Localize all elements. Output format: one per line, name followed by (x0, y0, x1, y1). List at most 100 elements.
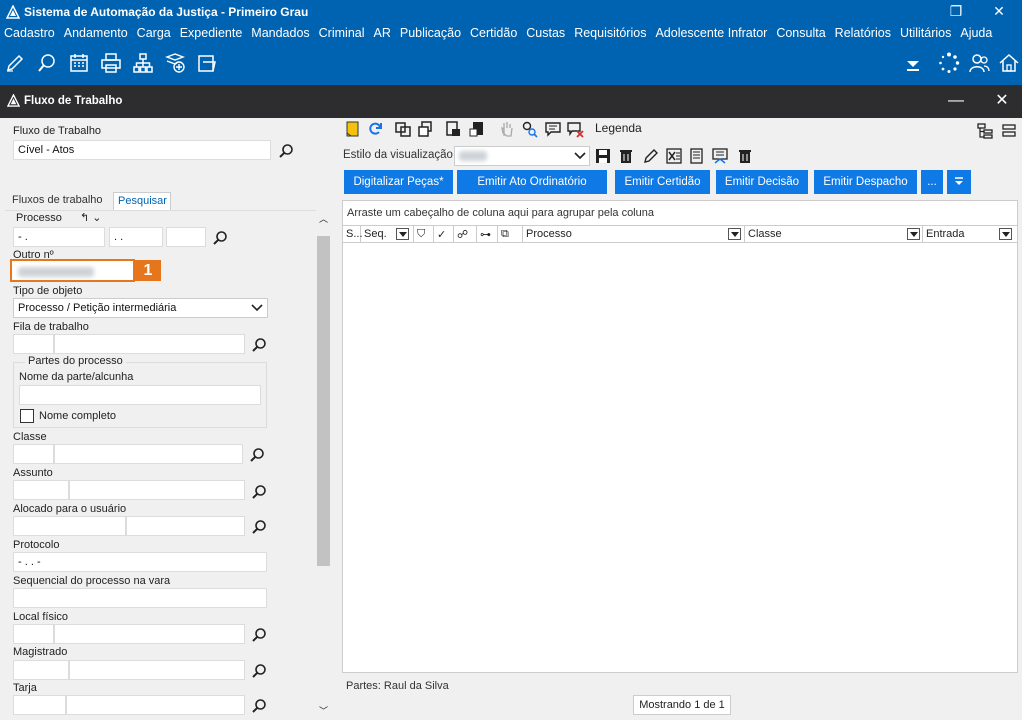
processo-search-icon[interactable] (212, 230, 228, 246)
menu-expediente[interactable]: Expediente (180, 24, 243, 40)
minimize-icon[interactable]: — (936, 89, 976, 113)
nome-parte-input[interactable] (19, 385, 261, 405)
export-icon[interactable] (711, 147, 729, 165)
digitalizar-pecas-button[interactable]: Digitalizar Peças* (344, 170, 453, 194)
menu-publicacao[interactable]: Publicação (400, 24, 461, 40)
alocado-code-input[interactable] (13, 516, 126, 536)
menu-carga[interactable]: Carga (137, 24, 171, 40)
pencil-icon[interactable] (642, 147, 660, 165)
trash-icon[interactable] (617, 147, 635, 165)
search-document-icon[interactable] (36, 52, 58, 74)
refresh-icon[interactable] (366, 120, 384, 138)
scroll-down-icon[interactable]: ﹀ (319, 704, 328, 717)
fila-name-input[interactable] (54, 334, 245, 354)
document-list-icon[interactable] (688, 147, 706, 165)
flow-search-icon[interactable] (278, 143, 294, 159)
col-seq[interactable]: Seq. (361, 226, 414, 243)
classe-search-icon[interactable] (249, 447, 265, 463)
note-icon[interactable] (344, 120, 362, 138)
classe-code-input[interactable] (13, 444, 54, 464)
fila-code-input[interactable] (13, 334, 54, 354)
menu-ajuda[interactable]: Ajuda (960, 24, 992, 40)
col-seq-filter-icon[interactable] (396, 228, 409, 240)
scroll-up-icon[interactable]: ︿ (319, 212, 328, 225)
col-people[interactable]: ☍ (454, 226, 477, 243)
magistrado-search-icon[interactable] (251, 663, 267, 679)
overflow-menu-button[interactable] (947, 170, 971, 194)
save-icon[interactable] (594, 147, 612, 165)
tarja-code-input[interactable] (13, 695, 66, 715)
col-copy[interactable]: ⧉ (498, 226, 523, 243)
estilo-select[interactable] (454, 146, 590, 166)
add-layers-icon[interactable] (164, 52, 186, 74)
col-processo[interactable]: Processo (523, 226, 745, 243)
nome-completo-checkbox[interactable] (20, 409, 34, 423)
menu-certidao[interactable]: Certidão (470, 24, 517, 40)
copy-alt-icon[interactable] (417, 120, 435, 138)
form-scrollbar[interactable]: ︿ ﹀ (316, 210, 331, 720)
menu-requisitorios[interactable]: Requisitórios (574, 24, 646, 40)
list-view-icon[interactable] (1000, 122, 1018, 140)
excel-icon[interactable] (665, 147, 683, 165)
tree-view-icon[interactable] (976, 122, 994, 140)
emitir-despacho-button[interactable]: Emitir Despacho (814, 170, 917, 194)
printer-icon[interactable] (100, 52, 122, 74)
local-search-icon[interactable] (251, 627, 267, 643)
alocado-name-input[interactable] (126, 516, 245, 536)
menu-utilitarios[interactable]: Utilitários (900, 24, 951, 40)
restore-icon[interactable]: ❐ (933, 0, 979, 24)
comment-delete-icon[interactable] (566, 120, 584, 138)
legenda-label[interactable]: Legenda (595, 121, 642, 135)
more-buttons-button[interactable]: ... (921, 170, 943, 194)
col-processo-filter-icon[interactable] (728, 228, 741, 240)
col-classe-filter-icon[interactable] (907, 228, 920, 240)
col-status[interactable]: S... (343, 226, 363, 243)
menu-ar[interactable]: AR (374, 24, 391, 40)
fila-search-icon[interactable] (251, 337, 267, 353)
local-name-input[interactable] (54, 624, 245, 644)
col-classe[interactable]: Classe (745, 226, 923, 243)
processo-input-2[interactable]: . . (109, 227, 163, 247)
unlock-document-icon[interactable] (468, 120, 486, 138)
col-entrada-filter-icon[interactable] (999, 228, 1012, 240)
alocado-search-icon[interactable] (251, 519, 267, 535)
close-icon[interactable]: ✕ (976, 0, 1022, 24)
col-entrada[interactable]: Entrada (923, 226, 1017, 243)
dropdown-arrow-icon[interactable] (902, 53, 924, 75)
emitir-ato-ordinatorio-button[interactable]: Emitir Ato Ordinatório (457, 170, 607, 194)
protocolo-input[interactable]: - . . - (13, 552, 267, 572)
menu-relatorios[interactable]: Relatórios (835, 24, 891, 40)
col-check[interactable]: ✓ (434, 226, 454, 243)
sequencial-input[interactable] (13, 588, 267, 608)
magistrado-name-input[interactable] (69, 660, 245, 680)
assunto-search-icon[interactable] (251, 484, 267, 500)
users-icon[interactable] (968, 52, 990, 74)
emitir-certidao-button[interactable]: Emitir Certidão (615, 170, 710, 194)
archive-icon[interactable] (196, 52, 218, 74)
menu-adolescente-infrator[interactable]: Adolescente Infrator (655, 24, 767, 40)
lock-document-icon[interactable] (444, 120, 462, 138)
calendar-icon[interactable] (68, 52, 90, 74)
comment-icon[interactable] (544, 120, 562, 138)
assunto-name-input[interactable] (69, 480, 245, 500)
home-icon[interactable] (998, 52, 1020, 74)
scroll-thumb[interactable] (317, 236, 330, 566)
processo-input-3[interactable] (166, 227, 206, 247)
menu-criminal[interactable]: Criminal (319, 24, 365, 40)
classe-name-input[interactable] (54, 444, 243, 464)
tab-fluxos[interactable]: Fluxos de trabalho (8, 192, 112, 210)
emitir-decisao-button[interactable]: Emitir Decisão (716, 170, 808, 194)
delete-icon[interactable] (736, 147, 754, 165)
person-search-icon[interactable] (520, 120, 538, 138)
tarja-search-icon[interactable] (251, 698, 267, 714)
col-link[interactable]: ⊶ (477, 226, 498, 243)
copy-icon[interactable] (394, 120, 412, 138)
local-code-input[interactable] (13, 624, 54, 644)
assunto-code-input[interactable] (13, 480, 69, 500)
menu-custas[interactable]: Custas (526, 24, 565, 40)
hierarchy-icon[interactable] (132, 52, 154, 74)
tab-pesquisar[interactable]: Pesquisar (113, 192, 171, 210)
processo-input-1[interactable]: - . (13, 227, 105, 247)
tipo-select[interactable]: Processo / Petição intermediária (13, 298, 268, 318)
menu-andamento[interactable]: Andamento (64, 24, 128, 40)
